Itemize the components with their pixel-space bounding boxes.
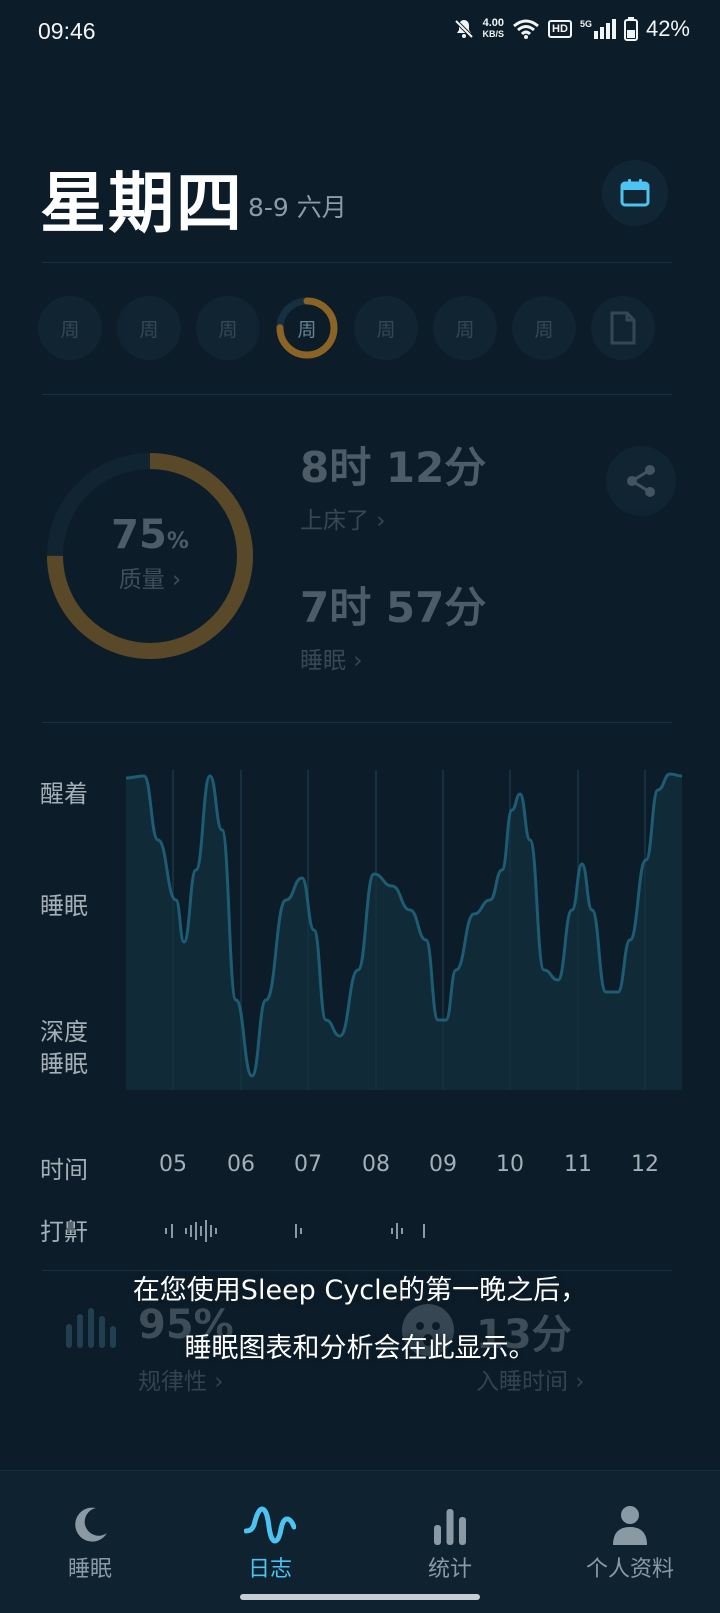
quality-value: 75% [40,512,260,558]
divider [42,722,672,723]
sleep-graph-plot [126,770,682,1090]
in-bed-label: 上床了 › [300,508,386,534]
person-icon [613,1506,647,1545]
x-tick: 12 [631,1152,659,1177]
moon-icon [75,1507,107,1542]
nav-statistics[interactable]: 统计 [370,1489,530,1583]
sleep-graph: 醒着 睡眠 深度 睡眠 [0,770,720,1110]
snore-label: 打鼾 [40,1218,88,1246]
mute-bell-icon [454,19,473,39]
quality-label: 质量 › [118,567,182,593]
pulse-wave-icon [244,1506,296,1544]
status-bar: 09:46 4.00 KB/S HD 5G 42% [0,0,720,66]
divider [42,394,672,395]
share-button[interactable] [606,446,676,516]
hd-badge: HD [548,20,572,38]
bottom-nav: 睡眠 日志 统计 个人资料 [0,1470,720,1613]
x-tick: 06 [227,1152,255,1177]
notes-button[interactable] [591,296,655,360]
asleep-label: 睡眠 › [300,648,363,674]
y-label-sleep: 睡眠 [40,892,88,920]
calendar-button[interactable] [602,160,668,226]
empty-state-line-2: 睡眠图表和分析会在此显示。 [184,1333,536,1364]
week-selector: 周 周 周 周 周 周 周 [38,296,688,362]
x-tick: 07 [294,1152,322,1177]
x-tick: 10 [496,1152,524,1177]
week-day[interactable]: 周 [512,296,576,360]
calendar-icon [620,179,650,207]
quality-unit: % [166,529,189,554]
home-indicator [240,1594,480,1600]
empty-state-message: 在您使用Sleep Cycle的第一晚之后， 睡眠图表和分析会在此显示。 [0,1262,720,1378]
week-day-label: 周 [139,318,159,341]
nav-label: 日志 [247,1557,292,1582]
nav-profile[interactable]: 个人资料 [550,1489,710,1583]
x-tick: 08 [362,1152,390,1177]
nav-journal[interactable]: 日志 [190,1489,350,1583]
divider [42,262,672,263]
asleep-metric[interactable]: 7时 57分 睡眠 › [300,574,486,675]
in-bed-value: 8时 12分 [300,443,487,492]
battery-icon [623,17,638,41]
week-day[interactable]: 周 [354,296,418,360]
y-label-awake: 醒着 [40,780,88,808]
sleep-summary: 75% 质量 › 8时 12分 上床了 › 7时 57分 睡眠 › [0,430,720,690]
net-speed-unit: KB/S [482,29,505,39]
week-day[interactable]: 周 [196,296,260,360]
quality-number: 75 [111,512,167,558]
page-title: 星期四 [40,165,244,242]
date-range: 8-9 六月 [248,193,347,222]
net-speed-value: 4.00 [482,17,504,29]
week-day-label: 周 [218,318,238,341]
week-day-label: 周 [455,318,475,341]
week-day-selected[interactable]: 周 [275,296,339,360]
x-tick: 11 [564,1152,592,1177]
wifi-icon [513,19,540,39]
battery-percent: 42% [645,16,690,41]
week-day-label: 周 [297,318,317,341]
status-time: 09:46 [38,18,96,44]
x-axis-title: 时间 [40,1156,88,1184]
nav-label: 统计 [427,1557,472,1582]
signal-icon: 5G [580,19,616,39]
week-day[interactable]: 周 [117,296,181,360]
status-icons: 4.00 KB/S HD 5G 42% [453,16,690,42]
week-day-label: 周 [376,318,396,341]
net-speed: 4.00 KB/S [483,18,505,40]
quality-button[interactable]: 75% 质量 › [40,512,260,594]
nav-sleep[interactable]: 睡眠 [10,1489,170,1583]
asleep-value: 7时 57分 [300,583,487,632]
week-day-label: 周 [534,318,554,341]
snore-waveform [165,1220,425,1242]
nav-label: 个人资料 [585,1557,674,1582]
week-day-label: 周 [60,318,80,341]
empty-state-line-1: 在您使用Sleep Cycle的第一晚之后， [132,1275,588,1306]
share-icon [627,465,655,497]
week-day[interactable]: 周 [38,296,102,360]
week-day[interactable]: 周 [433,296,497,360]
x-tick: 05 [159,1152,187,1177]
bar-stats-icon [434,1509,466,1545]
page-header: 星期四 8-9 六月 [40,150,347,246]
document-icon [610,311,636,345]
snore-row: 打鼾 [40,1212,88,1247]
signal-type: 5G [579,19,592,29]
x-tick: 09 [429,1152,457,1177]
nav-label: 睡眠 [67,1557,112,1582]
y-label-deep-sleep: 深度 睡眠 [40,1018,88,1078]
in-bed-metric[interactable]: 8时 12分 上床了 › [300,434,486,535]
